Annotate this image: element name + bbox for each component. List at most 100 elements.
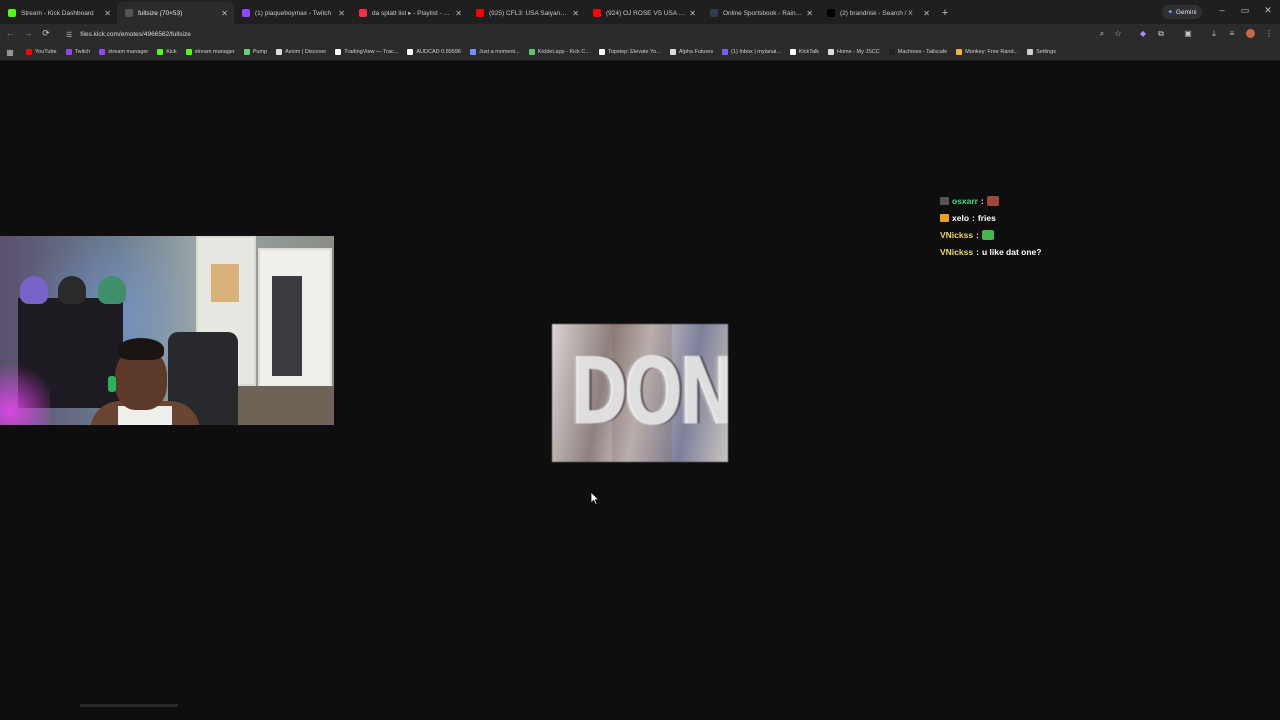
gemini-button[interactable]: ✦ Gemini (1162, 5, 1202, 19)
tab-title: Stream - Kick Dashboard (21, 9, 94, 17)
bookmark-label: Settings (1036, 49, 1056, 55)
tab-strip: Stream - Kick Dashboard ✕ fullsize (70×53)… (0, 0, 1280, 24)
bookmark-item[interactable]: Pump (243, 49, 267, 55)
bookmark-label: Topstep: Elevate Yo... (607, 49, 661, 55)
bookmark-favicon-icon (276, 49, 283, 55)
tab-close-icon[interactable]: ✕ (806, 9, 813, 18)
bookmark-favicon-icon (828, 49, 834, 55)
tab-title: (925) CFL3: USA Saiyan vs. Arch (489, 9, 569, 17)
bookmark-item[interactable]: Settings (1027, 49, 1056, 55)
chat-username: osxarr (952, 195, 978, 206)
bookmark-label: Twitch (74, 49, 91, 55)
browser-tab[interactable]: da splatt list ▸ - Playlist - App ✕ (351, 2, 468, 24)
bookmark-label: stream manager (194, 49, 235, 55)
bookmark-item[interactable]: Kick (157, 49, 177, 55)
bookmarks-bar: ▦ YouTube Twitch stream manager Kick stream … (0, 44, 1280, 61)
bookmark-item[interactable]: Axiom | Discover (276, 49, 326, 55)
bookmark-favicon-icon (1027, 49, 1034, 55)
bookmark-label: Alpha Futures (678, 49, 714, 55)
chat-separator: : (972, 212, 975, 223)
chat-text: u like dat one? (981, 246, 1042, 257)
tab-favicon-icon (593, 9, 601, 17)
profile-avatar[interactable] (1244, 29, 1256, 40)
chat-overlay: osxarr: xelo: fries VNickss: VNickss: u like … (940, 192, 1140, 260)
tab-close-icon[interactable]: ✕ (455, 9, 462, 18)
bookmark-item[interactable]: Topstep: Elevate Yo... (598, 49, 661, 55)
bookmark-item[interactable]: Twitch (65, 49, 91, 55)
bookmark-item[interactable]: AUDCAD 0.89596 (407, 49, 461, 55)
bookmark-item[interactable]: Alpha Futures (669, 49, 714, 55)
bookmark-item[interactable]: stream manager (185, 49, 235, 55)
side-panel-icon[interactable]: ▣ (1182, 29, 1194, 38)
bookmark-item[interactable]: (1) Inbox | mylanai... (722, 49, 781, 55)
chat-message: VNickss: u like dat one? (940, 243, 1140, 260)
menu-kebab-icon[interactable]: ⋮ (1263, 29, 1275, 38)
browser-tab[interactable]: Online Sportsbook - Rainbet ✕ (702, 2, 819, 24)
tab-close-icon[interactable]: ✕ (689, 9, 696, 18)
tab-title: (1) plaqueboymax - Twitch (255, 9, 332, 17)
tab-favicon-icon (125, 9, 133, 17)
extensions-puzzle-icon[interactable]: ⧉ (1155, 29, 1167, 39)
media-control-icon[interactable]: ≡ (1226, 29, 1238, 38)
reload-button[interactable]: ⟳ (40, 28, 52, 39)
forward-button[interactable]: → (22, 28, 34, 38)
browser-tab[interactable]: fullsize (70×53) ✕ (117, 2, 234, 24)
bookmark-item[interactable]: KickTalk (789, 49, 819, 55)
browser-window: Stream - Kick Dashboard ✕ fullsize (70×53)… (0, 0, 1280, 720)
bookmark-favicon-icon (26, 49, 32, 55)
tab-favicon-icon (242, 9, 250, 17)
download-icon[interactable]: ⤓ (1208, 29, 1220, 39)
bookmark-favicon-icon (185, 49, 192, 55)
bookmark-favicon-icon (956, 49, 963, 55)
extension-icon[interactable]: ◆ (1137, 29, 1149, 38)
gemini-label: Gemini (1175, 8, 1197, 16)
minimize-button[interactable]: – (1214, 5, 1230, 15)
zoom-icon[interactable]: ⌕ (1096, 29, 1108, 39)
horizontal-scrollbar[interactable] (80, 704, 178, 707)
bookmark-favicon-icon (243, 49, 250, 55)
chat-separator: : (981, 195, 984, 206)
tab-favicon-icon (710, 9, 718, 17)
browser-tab[interactable]: (1) plaqueboymax - Twitch ✕ (234, 2, 351, 24)
restore-button[interactable]: ▭ (1237, 5, 1253, 16)
bookmark-favicon-icon (470, 49, 476, 55)
close-window-button[interactable]: ✕ (1260, 5, 1276, 16)
browser-tab[interactable]: (2) brandrisk - Search / X ✕ (819, 2, 936, 24)
browser-tab[interactable]: Stream - Kick Dashboard ✕ (0, 2, 117, 24)
browser-tab[interactable]: (925) CFL3: USA Saiyan vs. Arch✕ (468, 2, 585, 24)
apps-grid-icon[interactable]: ▦ (4, 48, 16, 57)
bookmark-item[interactable]: Kicklet.app - Kick C... (528, 49, 590, 55)
chat-emote-icon (986, 195, 999, 206)
tab-title: Online Sportsbook - Rainbet (723, 9, 803, 17)
tab-close-icon[interactable]: ✕ (104, 9, 111, 18)
bookmark-item[interactable]: Machines - Tailscale (888, 49, 947, 55)
bookmark-favicon-icon (157, 49, 164, 55)
browser-tab[interactable]: (924) OJ ROSÉ VS USA SAIYAN ✕ (585, 2, 702, 24)
tab-close-icon[interactable]: ✕ (338, 9, 345, 18)
chat-message: VNickss: (940, 226, 1140, 243)
emote-image: DONK (552, 324, 728, 462)
back-button[interactable]: ← (4, 28, 16, 38)
bookmark-item[interactable]: Just a moment... (470, 49, 520, 55)
bookmark-item[interactable]: TradingView — Trac... (335, 49, 398, 55)
address-bar[interactable]: ☰ files.kick.com/emotes/4966562/fullsize (60, 27, 1132, 42)
bookmark-favicon-icon (789, 49, 796, 55)
tab-close-icon[interactable]: ✕ (572, 9, 579, 18)
chat-message: osxarr: (940, 192, 1140, 209)
bookmark-item[interactable]: Home - My JSCC (828, 49, 880, 55)
bookmark-favicon-icon (528, 49, 535, 55)
bookmark-favicon-icon (722, 49, 729, 55)
bookmark-item[interactable]: stream manager (99, 49, 148, 55)
new-tab-button[interactable]: + (936, 2, 954, 24)
bookmark-label: Kick (166, 49, 177, 55)
bookmark-star-icon[interactable]: ☆ (1112, 29, 1124, 38)
chat-badge-icon (940, 213, 949, 222)
tab-favicon-icon (827, 9, 835, 17)
tab-title: (2) brandrisk - Search / X (840, 9, 913, 17)
site-info-icon[interactable]: ☰ (66, 31, 72, 39)
bookmark-item[interactable]: Monkey: Free Rand... (956, 49, 1018, 55)
tab-close-icon[interactable]: ✕ (221, 9, 228, 18)
tab-close-icon[interactable]: ✕ (923, 9, 930, 18)
chat-badge-icon (940, 196, 949, 205)
bookmark-item[interactable]: YouTube (26, 49, 57, 55)
